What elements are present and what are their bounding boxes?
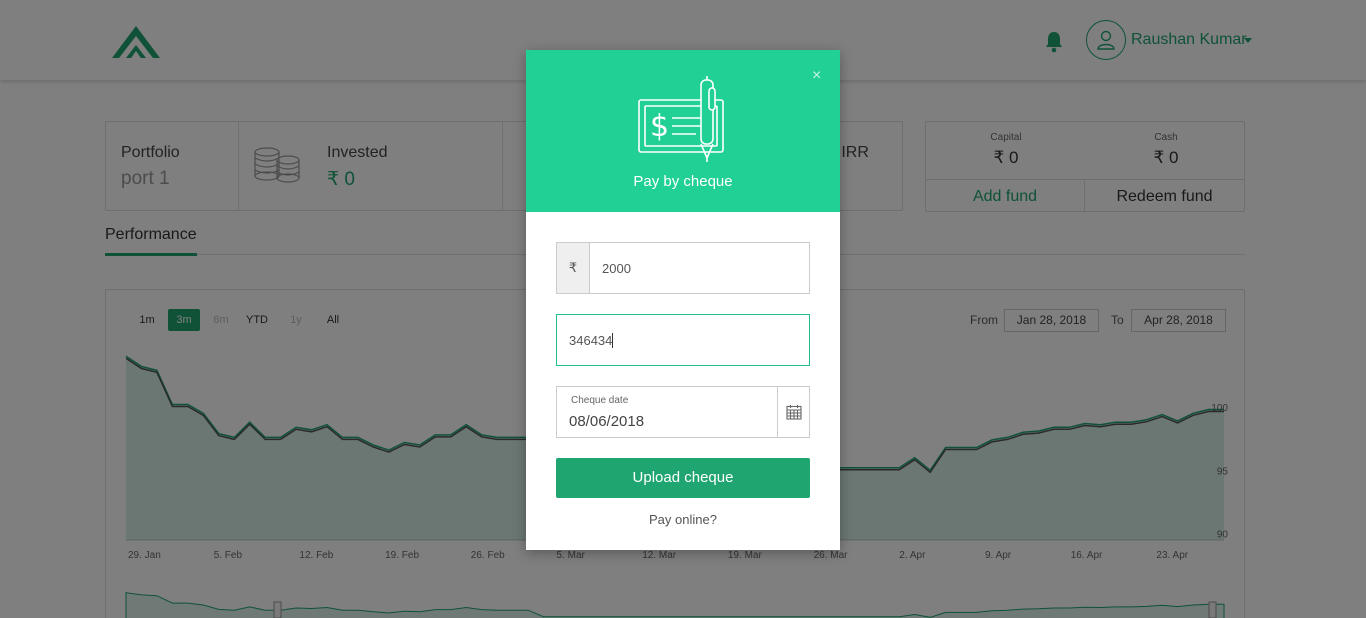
amount-value[interactable]: 2000 [602, 261, 631, 276]
pay-by-cheque-modal: × $ Pay by cheque ₹ 2000 346434 Cheque d… [526, 50, 840, 550]
rupee-icon: ₹ [557, 243, 590, 293]
modal-title: Pay by cheque [633, 173, 733, 190]
cheque-date-input[interactable]: Cheque date 08/06/2018 [556, 386, 810, 438]
close-icon[interactable]: × [812, 67, 821, 85]
text-cursor [612, 333, 614, 348]
cheque-pen-icon: $ [638, 76, 724, 162]
svg-text:$: $ [650, 109, 669, 144]
cheque-date-value[interactable]: 08/06/2018 [569, 413, 644, 430]
calendar-icon [786, 405, 802, 420]
cheque-number-text: 346434 [569, 333, 613, 348]
modal-header: × $ Pay by cheque [526, 50, 840, 212]
calendar-button[interactable] [777, 387, 810, 437]
cheque-number-value[interactable]: 346434 [569, 333, 614, 348]
cheque-number-input[interactable]: 346434 [556, 314, 810, 366]
cheque-date-label: Cheque date [571, 395, 629, 406]
pay-online-link[interactable]: Pay online? [526, 512, 840, 527]
upload-cheque-button[interactable]: Upload cheque [556, 458, 810, 498]
amount-input[interactable]: ₹ 2000 [556, 242, 810, 294]
